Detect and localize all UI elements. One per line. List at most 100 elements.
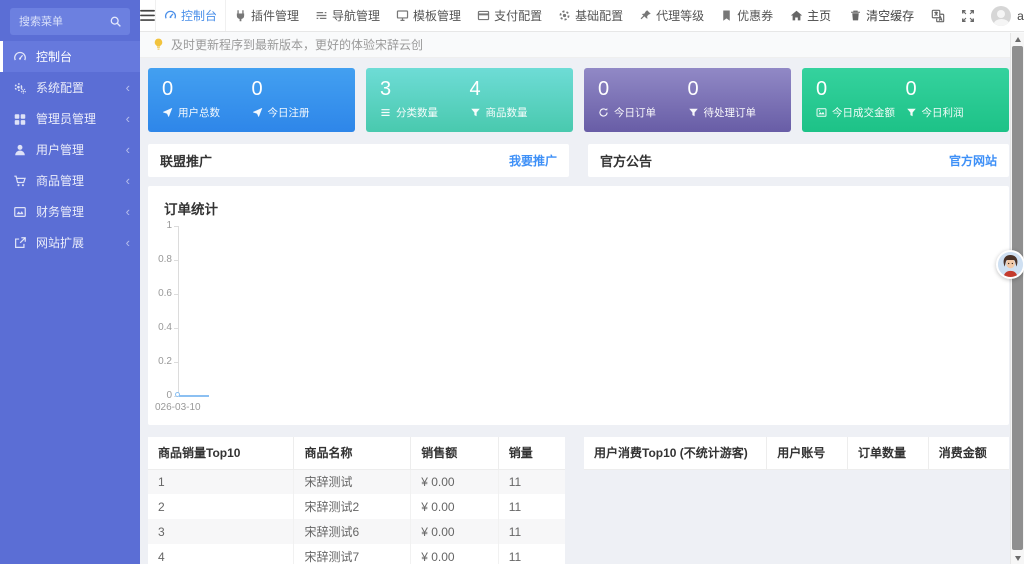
- sidebar-item-site-extend[interactable]: 网站扩展 ‹: [0, 227, 140, 258]
- tab-console[interactable]: 控制台: [155, 0, 227, 31]
- stat-value: 0: [905, 78, 917, 100]
- cell-product: 宋辞测试: [293, 469, 412, 494]
- stat-value: 4: [469, 78, 481, 100]
- chevron-left-icon: ‹: [125, 204, 130, 219]
- stat-label: 今日注册: [267, 107, 310, 119]
- tab-label: 模板管理: [413, 9, 462, 23]
- funnel-icon: [688, 108, 698, 117]
- stat-label: 今日订单: [614, 107, 656, 119]
- scroll-up-arrow[interactable]: [1011, 33, 1024, 45]
- finance-image-icon: [14, 206, 26, 217]
- send-icon: [162, 107, 173, 118]
- picture-icon: [816, 108, 827, 117]
- vertical-scrollbar: [1010, 33, 1024, 564]
- chevron-left-icon: ‹: [125, 142, 130, 157]
- stat-value: 3: [380, 78, 392, 100]
- cell-product: 宋辞测试2: [293, 494, 412, 519]
- fullscreen-icon[interactable]: [953, 9, 983, 23]
- col-header: 销售额: [410, 437, 499, 470]
- pin-icon: [640, 10, 651, 20]
- floating-support-avatar[interactable]: [996, 250, 1024, 279]
- sidebar-item-console[interactable]: 控制台: [0, 41, 140, 72]
- sidebar-item-admin-manage[interactable]: 管理员管理 ‹: [0, 103, 140, 134]
- x-axis-label: 026-03-10: [155, 402, 201, 413]
- y-tick: 0.8: [158, 254, 172, 265]
- card-revenue: 0 今日成交金额 0 今日利润: [802, 68, 1009, 132]
- panel-alliance-promo: 联盟推广 我要推广: [148, 144, 569, 177]
- chart-y-axis: [178, 226, 179, 396]
- tab-label: 导航管理: [332, 9, 381, 23]
- user-top10-table: 用户消费Top10 (不统计游客) 用户账号 订单数量 消费金额: [584, 437, 1009, 470]
- dashboard-icon: [14, 51, 26, 60]
- gear-icon: [559, 10, 570, 21]
- sidebar-item-finance-manage[interactable]: 财务管理 ‹: [0, 196, 140, 227]
- tab-template-manage[interactable]: 模板管理: [388, 0, 469, 31]
- user-icon: [15, 144, 25, 155]
- order-statistics-chart: 订单统计 1 0.8 0.6 0.4 0.2 0 026-03-10: [148, 186, 1009, 425]
- chart-data-point: [175, 392, 180, 397]
- chevron-left-icon: ‹: [125, 80, 130, 95]
- sidebar-item-system-config[interactable]: 系统配置 ‹: [0, 72, 140, 103]
- cogs-icon: [14, 82, 26, 94]
- user-avatar[interactable]: [991, 5, 1012, 26]
- stat-value: 0: [598, 78, 610, 100]
- table-header-row: 用户消费Top10 (不统计游客) 用户账号 订单数量 消费金额: [584, 437, 1009, 470]
- username[interactable]: admin: [1017, 9, 1024, 23]
- stat-label: 分类数量: [396, 107, 438, 119]
- tab-agent-level[interactable]: 代理等级: [631, 0, 712, 31]
- sidebar-item-label: 财务管理: [36, 205, 85, 219]
- sidebar-item-label: 用户管理: [36, 143, 85, 157]
- alert-text: 及时更新程序到最新版本，更好的体验宋辞云创: [171, 38, 424, 52]
- table-row: 3 宋辞测试6 ¥ 0.00 11: [148, 519, 565, 544]
- col-header: 商品销量Top10: [148, 437, 295, 470]
- tab-base-config[interactable]: 基础配置: [550, 0, 631, 31]
- stat-label: 今日成交金额: [832, 107, 895, 119]
- y-tick: 0.4: [158, 322, 172, 333]
- trash-icon: [851, 10, 861, 21]
- y-tick-mark: [174, 226, 178, 227]
- cell-sales: ¥ 0.00: [410, 494, 499, 519]
- home-icon: [790, 10, 803, 21]
- sidebar-item-label: 商品管理: [36, 174, 85, 188]
- clear-cache-button[interactable]: 清空缓存: [840, 7, 923, 24]
- sidebar-item-label: 网站扩展: [36, 236, 85, 250]
- translate-icon[interactable]: [923, 9, 953, 23]
- tab-label: 优惠券: [737, 9, 774, 23]
- card-users: 0 用户总数 0 今日注册: [148, 68, 355, 132]
- home-button[interactable]: 主页: [781, 7, 840, 24]
- col-header: 销量: [498, 437, 565, 470]
- y-tick-mark: [174, 328, 178, 329]
- stat: 0 今日成交金额: [816, 77, 906, 132]
- y-tick-mark: [174, 294, 178, 295]
- grid-icon: [14, 113, 26, 125]
- y-tick: 1: [166, 220, 172, 231]
- hamburger-menu-icon[interactable]: [140, 0, 155, 31]
- admin-dashboard: 控制台 系统配置 ‹ 管理员管理 ‹ 用户管理 ‹: [0, 0, 1024, 564]
- tab-coupon[interactable]: 优惠券: [712, 0, 781, 31]
- y-tick: 0.2: [158, 356, 172, 367]
- sidebar-item-label: 管理员管理: [36, 112, 97, 126]
- tab-plugin-manage[interactable]: 插件管理: [226, 0, 307, 31]
- plug-icon: [236, 10, 245, 22]
- y-tick-mark: [174, 362, 178, 363]
- sidebar-item-product-manage[interactable]: 商品管理 ‹: [0, 165, 140, 196]
- promo-link[interactable]: 我要推广: [509, 152, 557, 169]
- tab-nav-manage[interactable]: 导航管理: [307, 0, 388, 31]
- tab-payment-config[interactable]: 支付配置: [469, 0, 550, 31]
- tab-label: 支付配置: [494, 9, 543, 23]
- bookmark-icon: [723, 10, 730, 21]
- tab-label: 代理等级: [656, 9, 705, 23]
- tab-label: 插件管理: [251, 9, 300, 23]
- scrollbar-thumb[interactable]: [1012, 46, 1023, 550]
- tab-label: 基础配置: [575, 9, 624, 23]
- list-icon: [381, 109, 390, 116]
- topbar-right: 主页 清空缓存 ad: [781, 0, 1024, 31]
- cell-sales: ¥ 0.00: [410, 519, 499, 544]
- stat-value: 0: [251, 78, 263, 100]
- cell-product: 宋辞测试7: [293, 544, 412, 564]
- official-site-link[interactable]: 官方网站: [949, 152, 997, 169]
- girl-avatar-icon: [998, 252, 1023, 277]
- search-icon[interactable]: [109, 15, 122, 28]
- sidebar-item-user-manage[interactable]: 用户管理 ‹: [0, 134, 140, 165]
- scroll-down-arrow[interactable]: [1011, 552, 1024, 564]
